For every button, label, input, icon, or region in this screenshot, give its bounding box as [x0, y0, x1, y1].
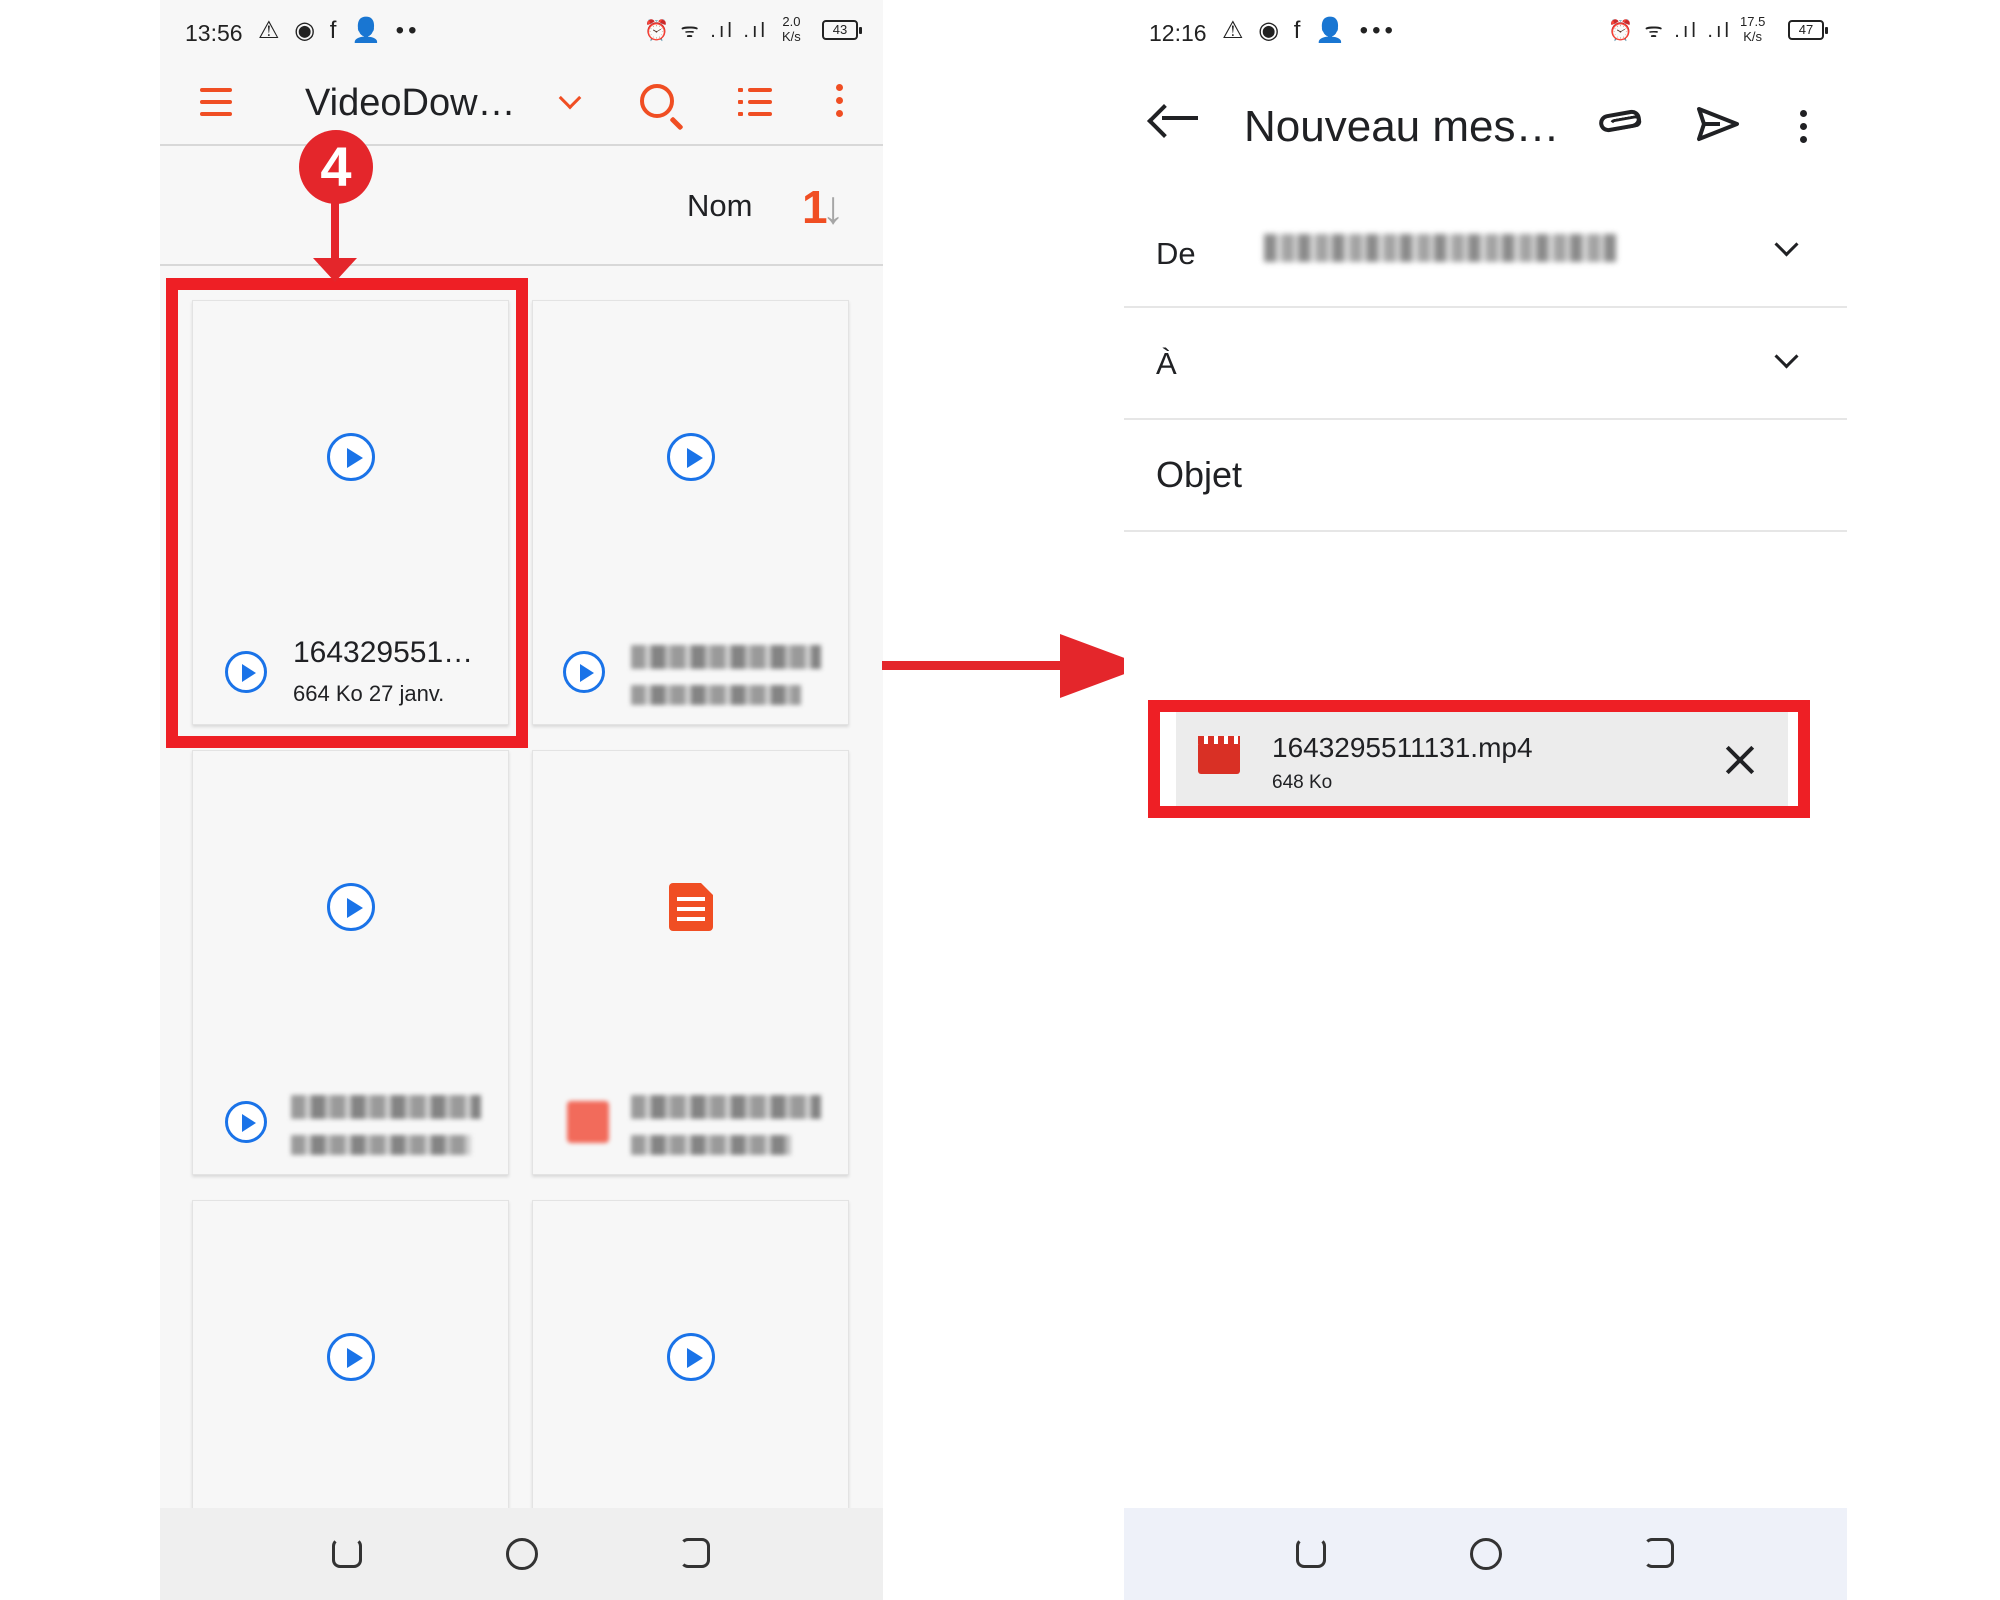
network-speed-value: 2.0 — [782, 14, 801, 29]
battery-icon: 43 — [822, 20, 862, 40]
blurred-file-name — [631, 645, 821, 669]
home-icon[interactable] — [506, 1538, 538, 1570]
sort-order-icon[interactable]: 1↓ — [802, 180, 845, 234]
play-icon — [327, 1333, 375, 1381]
folder-title[interactable]: VideoDow… — [305, 82, 516, 125]
compose-toolbar: Nouveau mes… — [1124, 62, 1847, 192]
compose-title: Nouveau mes… — [1244, 102, 1560, 151]
file-thumbnail — [567, 1101, 609, 1143]
network-speed-value: 17.5 — [1740, 14, 1766, 29]
attachment-highlight-box — [1148, 700, 1810, 818]
to-field[interactable]: À — [1124, 308, 1847, 420]
file-card[interactable] — [532, 750, 849, 1175]
status-bar: 12:16 ⚠ ◉ f 👤 ••• ⏰ ᯤ .ıl .ıl 17.5 K/s 47 — [1124, 0, 1847, 62]
blurred-file-name — [631, 1095, 821, 1119]
arrow-head — [313, 258, 357, 282]
status-bar: 13:56 ⚠ ◉ f 👤 •• ⏰ ᯤ .ıl .ıl 2.0 K/s 43 — [160, 0, 883, 62]
file-card[interactable] — [532, 300, 849, 725]
chevron-down-icon[interactable] — [558, 86, 582, 110]
system-icons: ⏰ ᯤ .ıl .ıl — [644, 20, 768, 42]
status-time: 13:56 — [185, 20, 243, 46]
blurred-file-meta — [291, 1135, 471, 1155]
chevron-down-icon[interactable] — [1774, 344, 1799, 369]
navigation-bar — [1124, 1508, 1847, 1600]
attach-icon[interactable] — [1597, 108, 1643, 134]
battery-icon: 47 — [1788, 20, 1828, 40]
subject-label: Objet — [1156, 454, 1243, 495]
subject-field[interactable]: Objet — [1124, 420, 1847, 532]
play-icon — [327, 883, 375, 931]
blurred-file-meta — [631, 685, 801, 705]
play-icon — [667, 433, 715, 481]
file-manager-screen: 13:56 ⚠ ◉ f 👤 •• ⏰ ᯤ .ıl .ıl 2.0 K/s 43 V… — [160, 0, 883, 1600]
sort-up-glyph: 1 — [802, 181, 827, 233]
file-type-icon — [225, 1101, 267, 1143]
notification-icons: ⚠ ◉ f 👤 •• — [258, 17, 421, 44]
system-icons: ⏰ ᯤ .ıl .ıl — [1608, 20, 1732, 42]
from-field[interactable]: De — [1124, 196, 1847, 308]
file-card[interactable] — [192, 750, 509, 1175]
document-icon — [669, 883, 713, 931]
blurred-file-name — [291, 1095, 481, 1119]
home-icon[interactable] — [1470, 1538, 1502, 1570]
search-icon[interactable] — [640, 84, 674, 118]
recents-icon[interactable] — [1296, 1538, 1326, 1568]
back-arrow-icon[interactable] — [1162, 116, 1198, 120]
network-speed-unit: K/s — [782, 29, 801, 44]
more-options-icon[interactable] — [836, 84, 844, 123]
more-options-icon[interactable] — [1800, 110, 1808, 149]
network-speed-unit: K/s — [1743, 29, 1763, 44]
recents-icon[interactable] — [332, 1538, 362, 1568]
blurred-file-meta — [631, 1135, 791, 1155]
back-icon[interactable] — [680, 1538, 710, 1568]
send-icon[interactable] — [1696, 106, 1740, 142]
navigation-bar — [160, 1508, 883, 1600]
status-time: 12:16 — [1149, 20, 1207, 46]
sort-bar: Nom 1↓ — [160, 146, 883, 266]
list-view-icon[interactable] — [738, 88, 772, 118]
connector-arrow-line — [882, 661, 1062, 670]
menu-icon[interactable] — [200, 88, 232, 116]
highlight-box — [166, 278, 528, 748]
step-badge: 4 — [299, 130, 373, 204]
blurred-email — [1264, 234, 1616, 262]
play-icon — [667, 1333, 715, 1381]
sort-down-glyph: ↓ — [821, 181, 845, 233]
from-label: De — [1156, 236, 1196, 271]
chevron-down-icon[interactable] — [1774, 232, 1799, 257]
app-toolbar: VideoDow… — [160, 62, 883, 146]
sort-label[interactable]: Nom — [687, 188, 752, 224]
file-type-icon — [563, 651, 605, 693]
back-icon[interactable] — [1644, 1538, 1674, 1568]
notification-icons: ⚠ ◉ f 👤 ••• — [1222, 17, 1397, 44]
to-label: À — [1156, 346, 1177, 381]
